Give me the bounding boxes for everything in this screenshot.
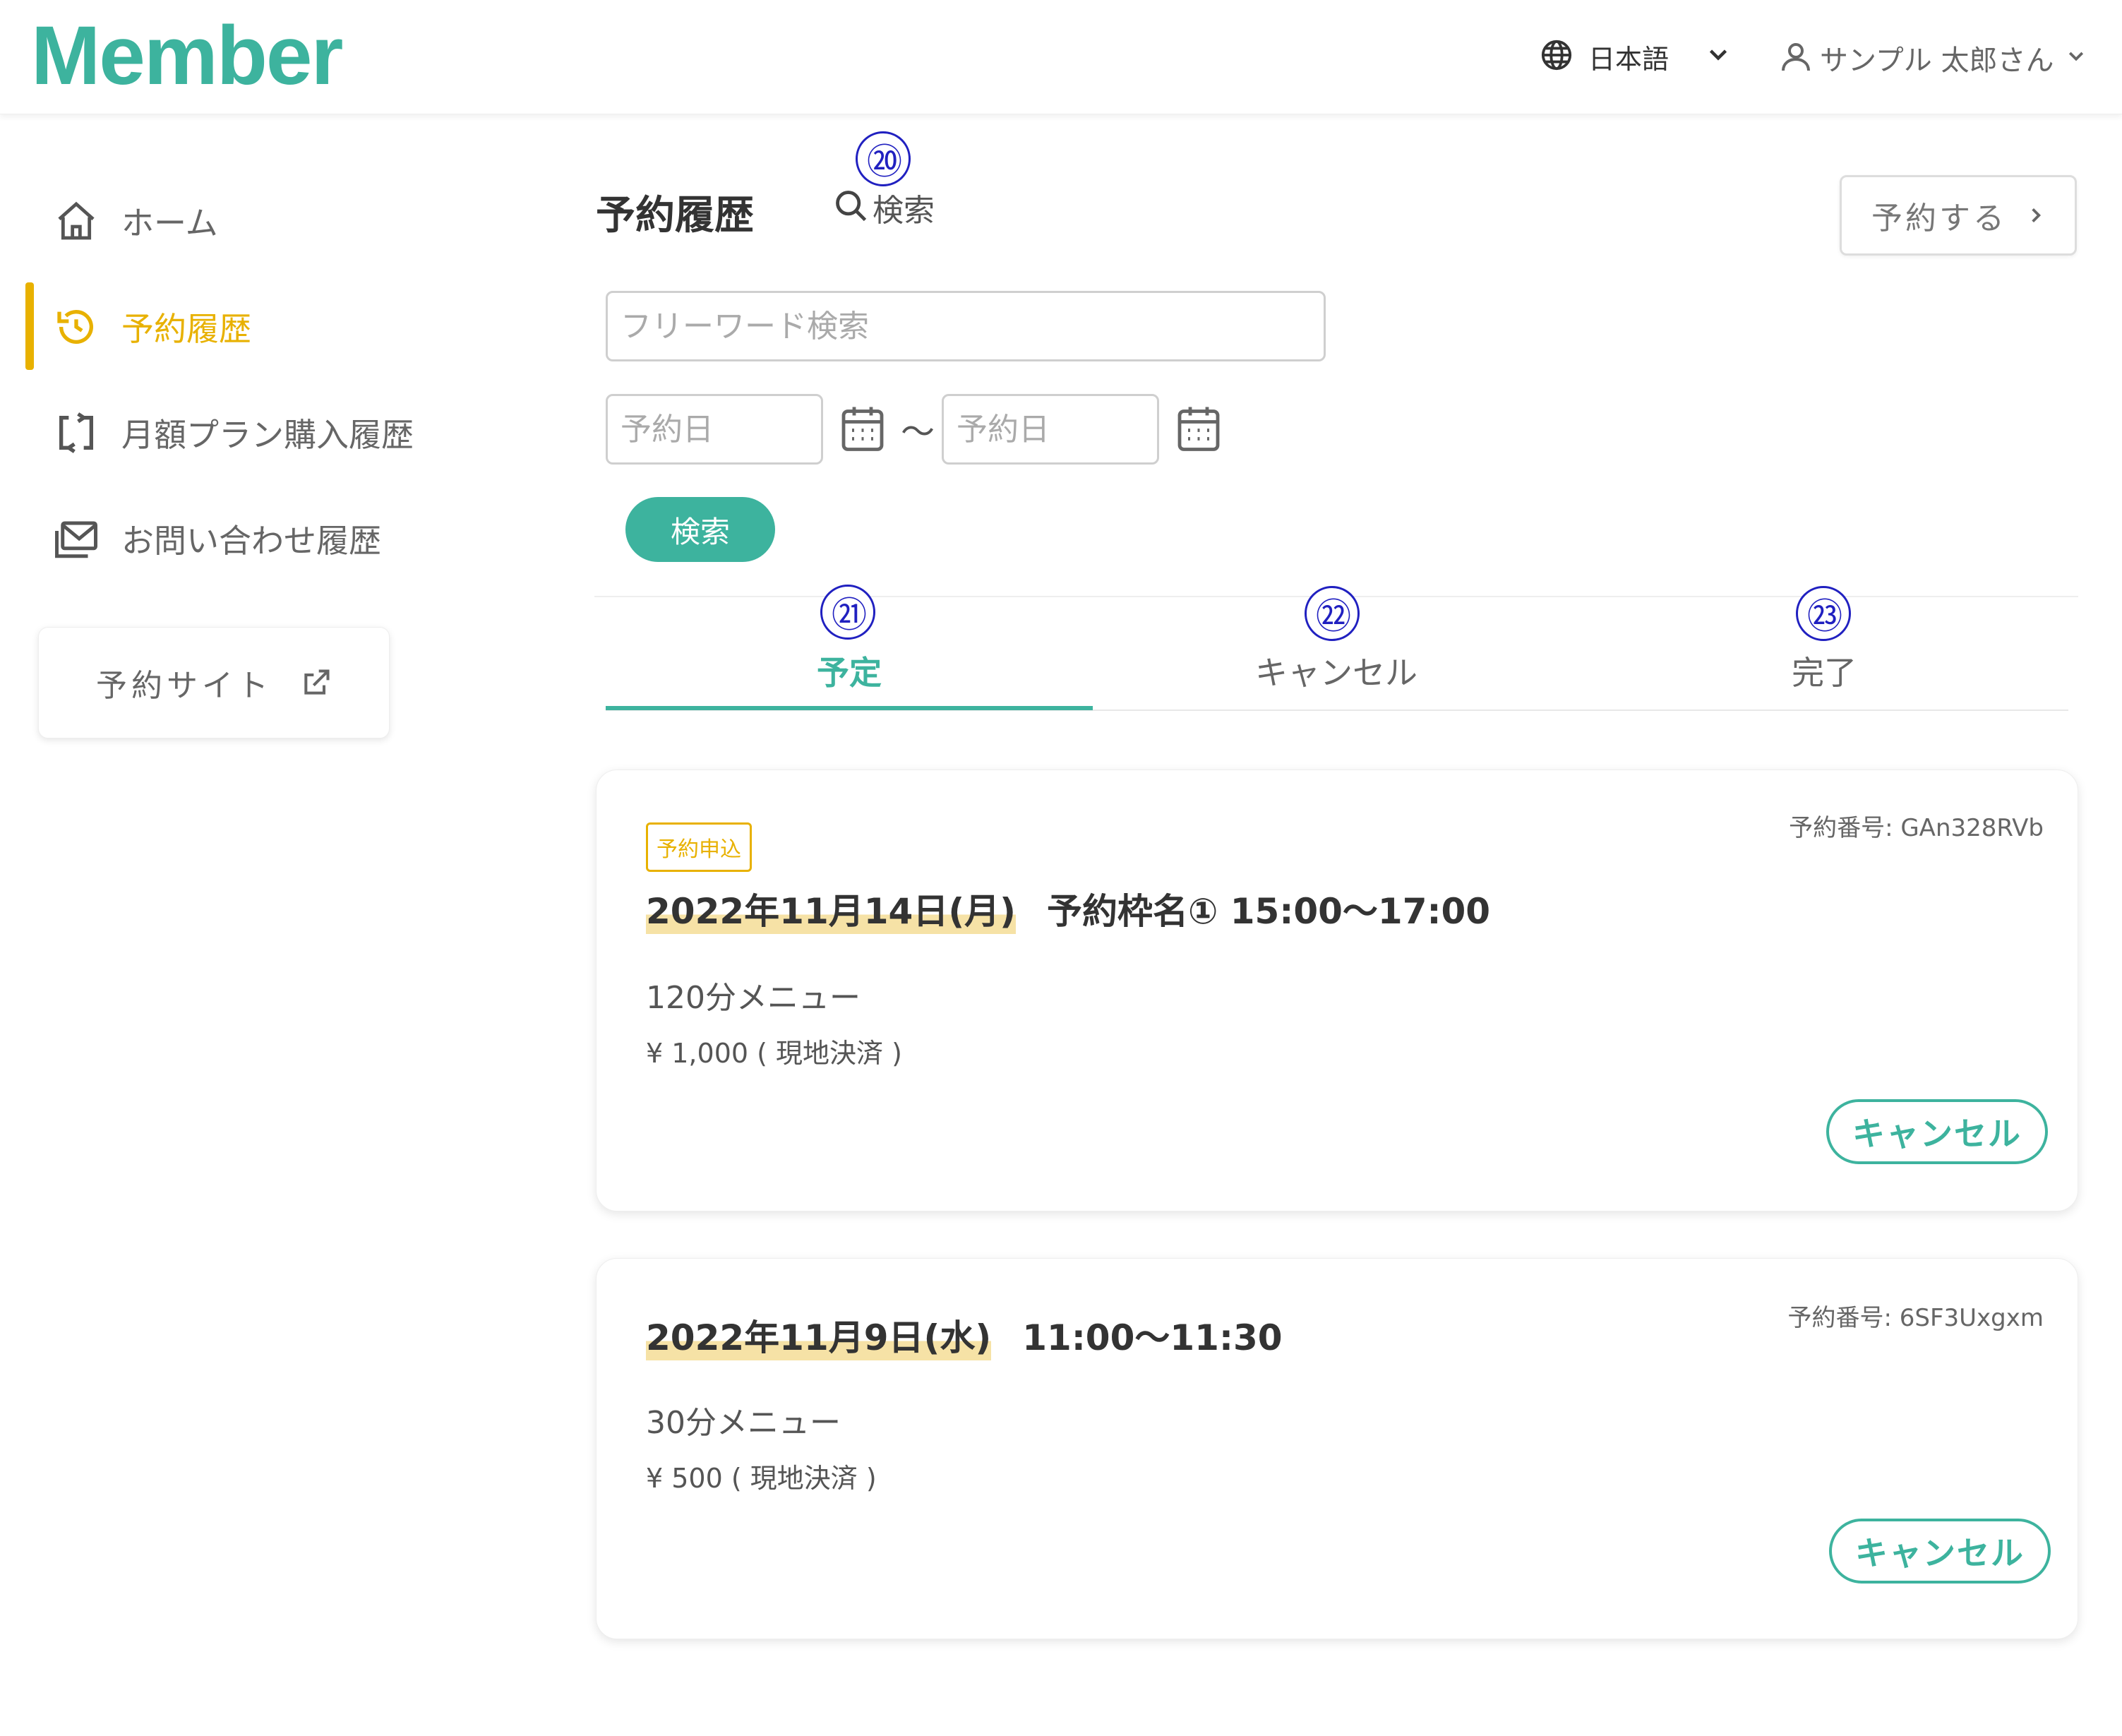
chevron-right-icon [2027,206,2045,225]
sidebar-item-reservation-history[interactable]: 予約履歴 [51,295,251,359]
search-button[interactable]: 検索 [625,497,775,562]
callout-marker: ㉓ [1796,586,1851,641]
reservation-card[interactable]: 予約番号: 6SF3Uxgxm 2022年11月9日(水) 11:00〜11:3… [596,1258,2078,1639]
reservation-number: 予約番号: GAn328RVb [1789,814,2044,842]
sidebar-item-label: お問い合わせ履歴 [121,522,381,560]
free-word-search-input[interactable] [606,291,1326,361]
reservation-slot: 予約枠名① 15:00〜17:00 [1047,891,1491,932]
language-selector[interactable]: 日本語 [1540,35,1731,78]
date-to-input[interactable] [942,394,1159,465]
active-indicator [25,282,34,370]
status-badge: 予約申込 [646,822,752,872]
sidebar-item-monthly-plan[interactable]: 月額プラン購入履歴 [51,401,414,465]
callout-marker: ⑳ [856,131,911,186]
history-icon [51,301,102,352]
calendar-icon[interactable] [1173,402,1224,459]
calendar-icon[interactable] [837,402,888,459]
reserve-button[interactable]: 予約する [1840,175,2077,256]
active-tab-underline [606,706,1093,710]
callout-marker: ㉒ [1305,586,1360,641]
date-from-input[interactable] [606,394,823,465]
repeat-icon [51,407,102,458]
price: ¥ 1,000 ( 現地決済 ) [646,1038,902,1069]
menu-name: 120分メニュー [646,980,861,1016]
reservation-datetime: 2022年11月14日(月) 予約枠名① 15:00〜17:00 [646,883,1490,934]
language-label: 日本語 [1588,43,1670,75]
date-range-separator: 〜 [901,412,935,452]
tab-scheduled[interactable]: 予定 [606,644,1093,698]
search-icon [833,188,870,227]
sidebar-item-inquiry-history[interactable]: お問い合わせ履歴 [51,507,381,570]
home-icon [51,196,102,246]
reservation-date: 2022年11月14日(月) [646,883,1017,934]
page-title: 予約履歴 [596,193,754,239]
mail-icon [51,513,102,564]
tab-completed[interactable]: 完了 [1580,644,2068,698]
top-header: Member 日本語 サンプル 太郎さん [0,0,2122,114]
tab-cancelled[interactable]: キャンセル [1093,644,1580,698]
search-toggle-label: 検索 [873,193,935,229]
reservation-site-label: 予約サイト [96,668,272,704]
user-icon [1779,40,1813,76]
reservation-card[interactable]: 予約申込 予約番号: GAn328RVb 2022年11月14日(月) 予約枠名… [596,770,2078,1211]
reservation-date: 2022年11月9日(水) [646,1310,992,1360]
price: ¥ 500 ( 現地決済 ) [646,1463,877,1494]
sidebar-item-label: ホーム [121,204,218,242]
menu-name: 30分メニュー [646,1405,841,1441]
callout-marker: ㉑ [820,585,875,640]
reservation-number: 予約番号: 6SF3Uxgxm [1787,1304,2044,1332]
cancel-button[interactable]: キャンセル [1826,1099,2048,1164]
globe-icon [1540,39,1573,74]
reservation-site-button[interactable]: 予約サイト [38,627,390,738]
reserve-button-label: 予約する [1871,200,2007,237]
sidebar-item-label: 月額プラン購入履歴 [121,416,414,454]
search-toggle[interactable]: 検索 [833,185,935,230]
reservation-datetime: 2022年11月9日(水) 11:00〜11:30 [646,1310,1283,1360]
user-menu[interactable]: サンプル 太郎さん [1779,35,2087,80]
user-name: サンプル 太郎さん [1820,44,2054,77]
sidebar-item-home[interactable]: ホーム [51,189,218,253]
reservation-slot: 11:00〜11:30 [1022,1317,1283,1358]
cancel-button[interactable]: キャンセル [1829,1519,2051,1584]
sidebar-item-label: 予約履歴 [121,310,251,348]
external-link-icon [301,667,332,698]
chevron-down-icon [1706,42,1731,71]
chevron-down-icon [2066,46,2087,70]
app-logo[interactable]: Member [31,10,343,102]
